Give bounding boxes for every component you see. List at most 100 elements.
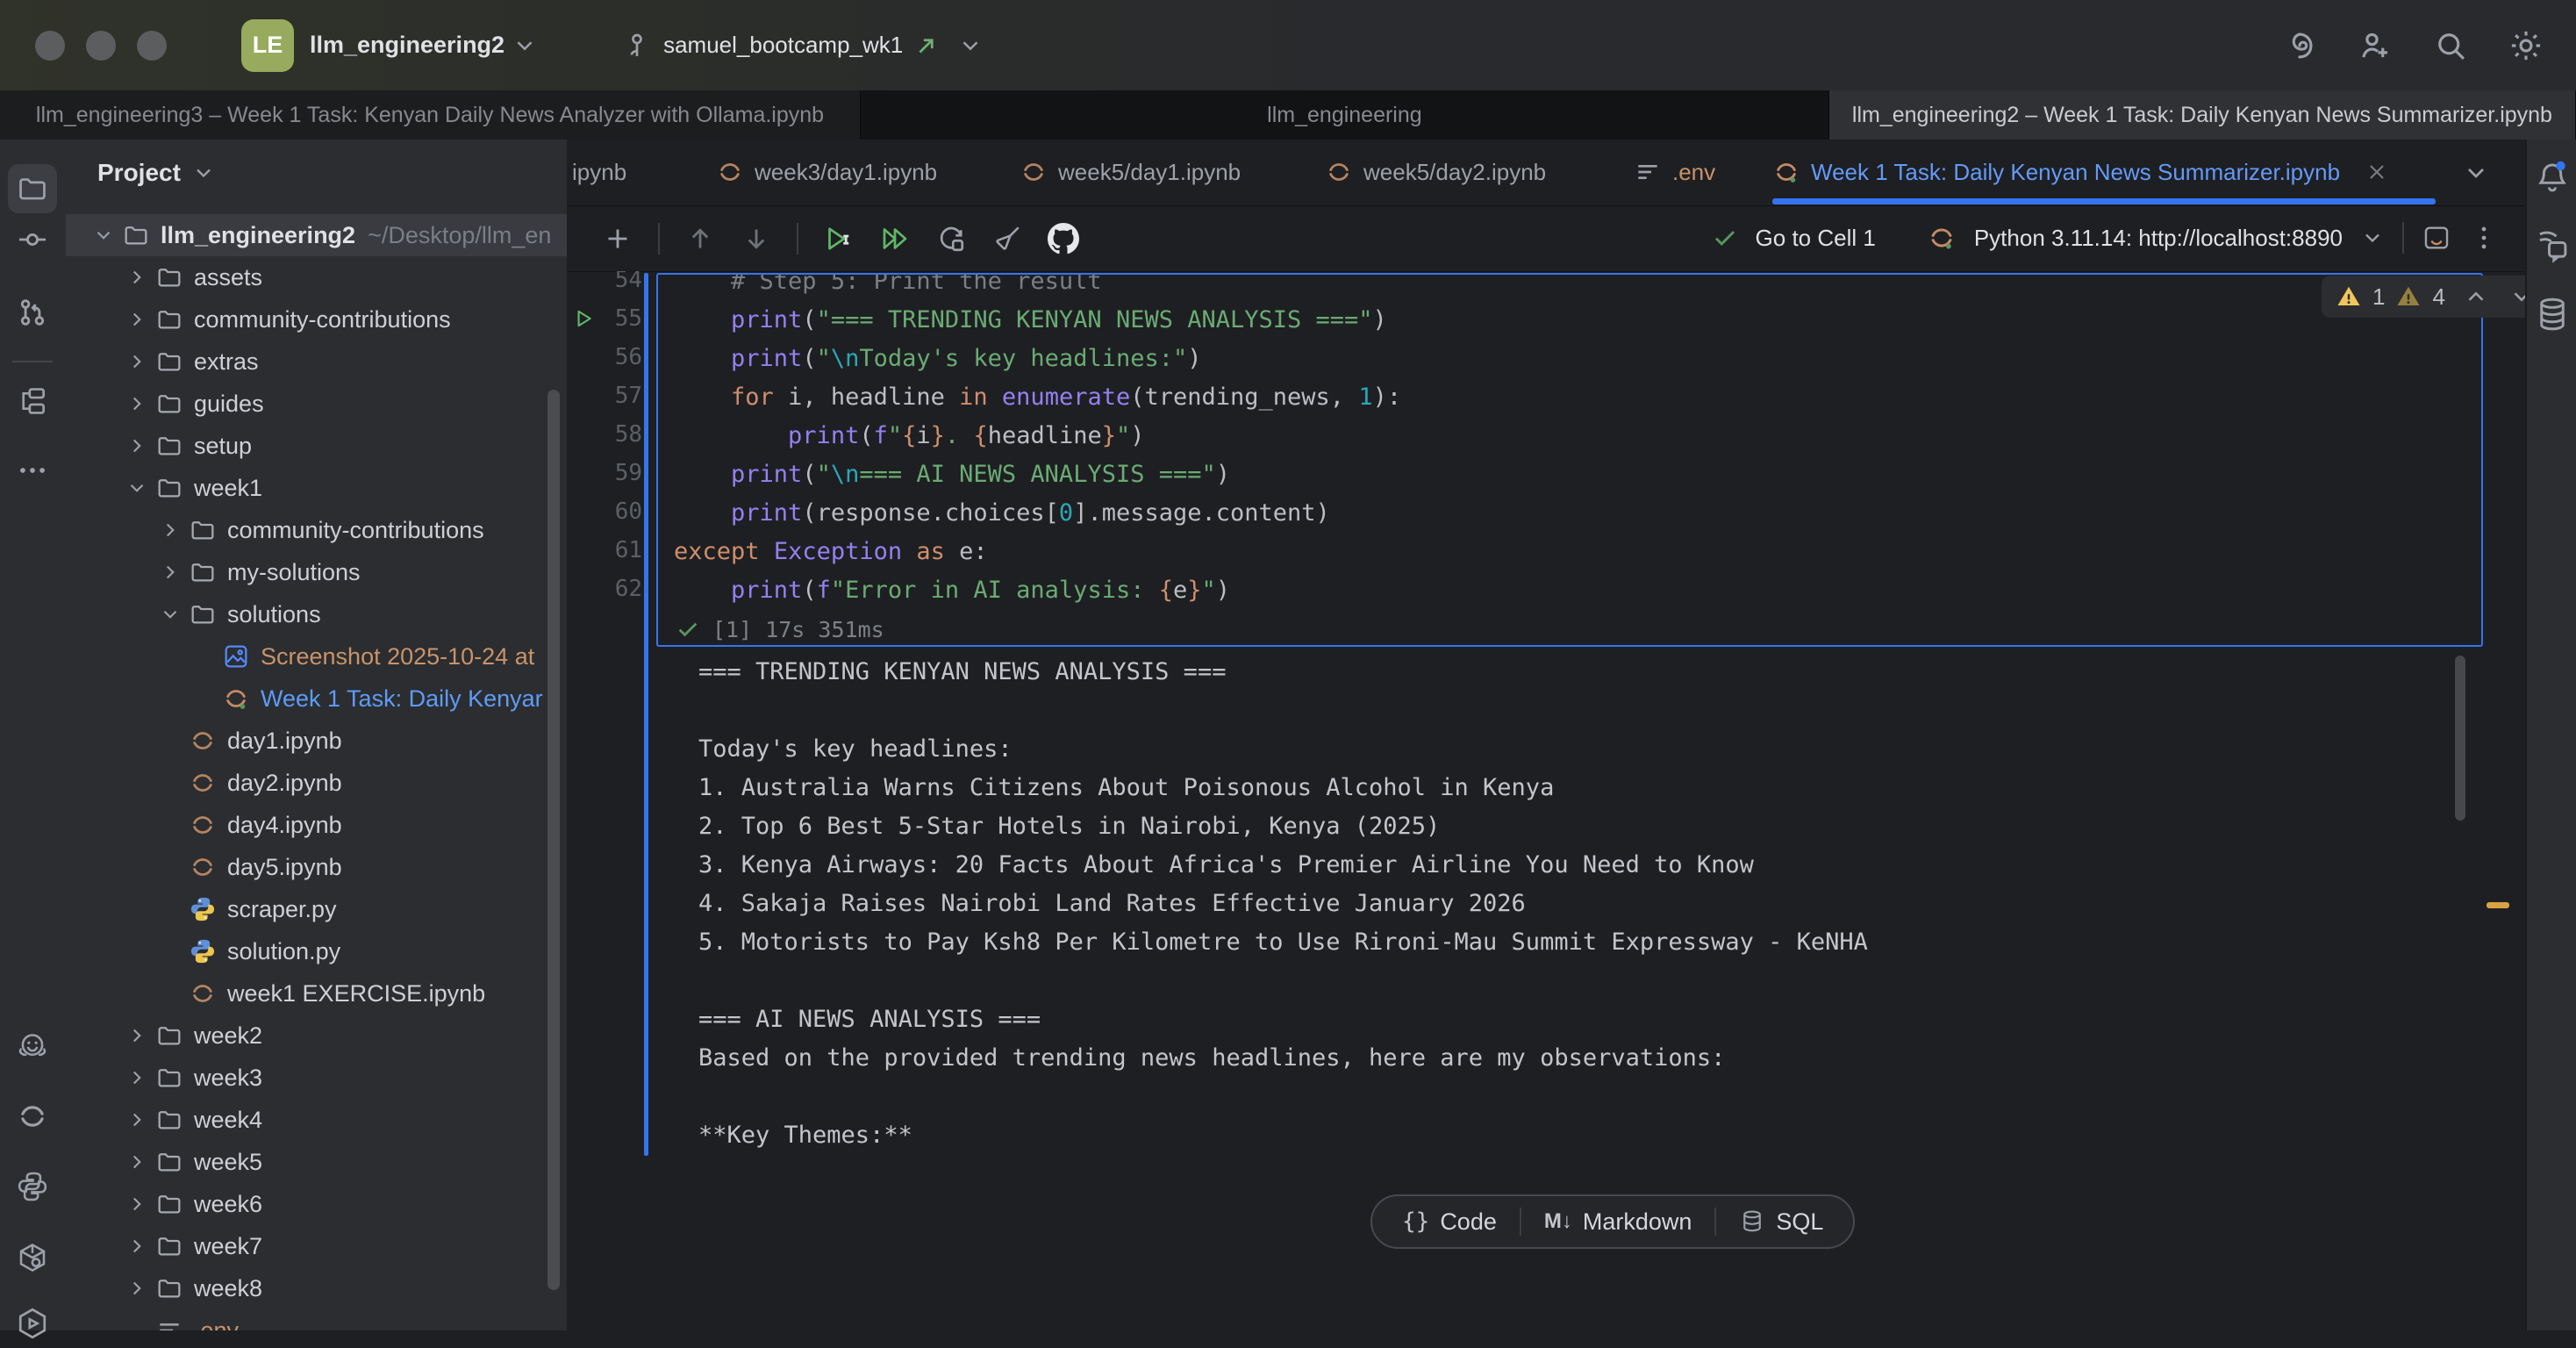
restart-kernel-icon[interactable] bbox=[935, 223, 967, 255]
tree-item[interactable]: Week 1 Task: Daily Kenyar bbox=[66, 678, 567, 720]
settings-gear-icon[interactable] bbox=[2508, 27, 2544, 64]
project-tool-button[interactable] bbox=[8, 164, 57, 213]
run-cell-icon[interactable] bbox=[823, 223, 855, 255]
tree-item[interactable]: community-contributions bbox=[66, 298, 567, 341]
code-line[interactable]: for i, headline in enumerate(trending_ne… bbox=[674, 378, 2481, 417]
chevron-down-icon[interactable] bbox=[120, 471, 154, 505]
tree-item[interactable]: setup bbox=[66, 425, 567, 467]
vcs-widget[interactable]: samuel_bootcamp_wk1 bbox=[621, 30, 984, 61]
chevron-right-icon[interactable] bbox=[120, 1019, 154, 1052]
code-editor[interactable]: # Step 5: Print the result print("=== TR… bbox=[658, 273, 2481, 610]
code-line[interactable]: except Exception as e: bbox=[674, 533, 2481, 571]
code-line[interactable]: print(response.choices[0].message.conten… bbox=[674, 494, 2481, 533]
chevron-right-icon[interactable] bbox=[120, 387, 154, 420]
tree-item[interactable]: week1 EXERCISE.ipynb bbox=[66, 972, 567, 1015]
tree-item[interactable]: week8 bbox=[66, 1267, 567, 1309]
jupyter-console-icon[interactable] bbox=[2422, 223, 2451, 253]
database-tool-icon[interactable] bbox=[2534, 296, 2571, 333]
gutter-line[interactable]: 60 bbox=[572, 492, 642, 531]
tree-item[interactable]: day4.ipynb bbox=[66, 804, 567, 846]
chevron-down-icon[interactable] bbox=[2360, 226, 2385, 250]
error-stripe-mark[interactable] bbox=[2487, 902, 2509, 908]
chevron-right-icon[interactable] bbox=[120, 1272, 154, 1305]
tree-item[interactable]: week2 bbox=[66, 1015, 567, 1057]
inspection-widget[interactable]: 1 4 bbox=[2322, 276, 2525, 318]
chevron-right-icon[interactable] bbox=[120, 303, 154, 336]
chevron-right-icon[interactable] bbox=[120, 345, 154, 378]
maximize-window-button[interactable] bbox=[137, 31, 167, 61]
ai-chat-icon[interactable] bbox=[2534, 227, 2571, 264]
gutter-line[interactable]: 55 bbox=[572, 299, 642, 338]
tree-item[interactable]: day5.ipynb bbox=[66, 846, 567, 888]
chevron-right-icon[interactable] bbox=[120, 1103, 154, 1136]
editor-tab[interactable]: week5/day2.ipynb bbox=[1325, 140, 1546, 204]
tree-item[interactable]: scraper.py bbox=[66, 888, 567, 930]
pull-requests-tool-button[interactable] bbox=[8, 288, 57, 337]
tree-item[interactable]: week7 bbox=[66, 1225, 567, 1267]
tree-item[interactable]: guides bbox=[66, 383, 567, 425]
tree-item[interactable]: week5 bbox=[66, 1141, 567, 1183]
chevron-down-icon[interactable] bbox=[512, 32, 538, 59]
window-tab[interactable]: llm_engineering3 – Week 1 Task: Kenyan D… bbox=[0, 90, 861, 140]
chevron-right-icon[interactable] bbox=[120, 1145, 154, 1179]
gutter-line[interactable]: 59 bbox=[572, 454, 642, 492]
editor-tab[interactable]: ipynb bbox=[572, 140, 626, 204]
project-panel-header[interactable]: Project bbox=[66, 140, 567, 187]
chevron-right-icon[interactable] bbox=[120, 1061, 154, 1094]
editor-tab[interactable]: .env bbox=[1634, 140, 1715, 204]
close-icon[interactable] bbox=[2365, 160, 2389, 184]
tree-item[interactable]: my-solutions bbox=[66, 551, 567, 593]
structure-tool-button[interactable] bbox=[8, 376, 57, 426]
github-icon[interactable] bbox=[1048, 223, 1079, 255]
move-cell-up-icon[interactable] bbox=[684, 223, 716, 255]
move-cell-down-icon[interactable] bbox=[741, 223, 772, 255]
chevron-right-icon[interactable] bbox=[154, 513, 187, 547]
chevron-down-icon[interactable] bbox=[87, 219, 120, 252]
tree-item[interactable]: week3 bbox=[66, 1057, 567, 1099]
add-sql-cell-button[interactable]: SQL bbox=[1716, 1196, 1846, 1247]
run-all-cells-icon[interactable] bbox=[879, 223, 911, 255]
add-markdown-cell-button[interactable]: M↓ Markdown bbox=[1521, 1196, 1715, 1247]
tree-item[interactable]: community-contributions bbox=[66, 509, 567, 551]
tree-item[interactable]: llm_engineering2~/Desktop/llm_en bbox=[66, 214, 567, 256]
tree-item[interactable]: day2.ipynb bbox=[66, 762, 567, 804]
tree-item[interactable]: week6 bbox=[66, 1183, 567, 1225]
code-line[interactable]: print(f"{i}. {headline}") bbox=[674, 417, 2481, 455]
chevron-right-icon[interactable] bbox=[120, 429, 154, 462]
tree-item[interactable]: day1.ipynb bbox=[66, 720, 567, 762]
window-tab[interactable]: llm_engineering2 – Week 1 Task: Daily Ke… bbox=[1829, 90, 2576, 140]
notifications-bell-icon[interactable] bbox=[2534, 159, 2571, 196]
add-code-cell-button[interactable]: {} Code bbox=[1379, 1196, 1520, 1247]
code-line[interactable]: print("\n=== AI NEWS ANALYSIS ===") bbox=[674, 455, 2481, 494]
gutter-line[interactable]: 62 bbox=[572, 570, 642, 608]
gutter-line[interactable]: 56 bbox=[572, 338, 642, 376]
minimize-window-button[interactable] bbox=[86, 31, 116, 61]
chevron-right-icon[interactable] bbox=[120, 1187, 154, 1221]
code-line[interactable]: print("=== TRENDING KENYAN NEWS ANALYSIS… bbox=[674, 301, 2481, 340]
python-packages-tool-button[interactable] bbox=[8, 1233, 57, 1282]
python-console-tool-button[interactable] bbox=[8, 1162, 57, 1211]
clear-outputs-icon[interactable] bbox=[991, 223, 1023, 255]
add-user-icon[interactable] bbox=[2357, 27, 2394, 64]
kebab-menu-icon[interactable] bbox=[2469, 223, 2499, 253]
tree-item[interactable]: solution.py bbox=[66, 930, 567, 972]
code-line[interactable]: print("\nToday's key headlines:") bbox=[674, 340, 2481, 378]
go-to-cell-button[interactable]: Go to Cell 1 bbox=[1756, 225, 1876, 252]
services-tool-button[interactable] bbox=[8, 1299, 57, 1348]
tree-item[interactable]: extras bbox=[66, 341, 567, 383]
tree-item[interactable]: .env bbox=[66, 1309, 567, 1330]
gutter-line[interactable]: 58 bbox=[572, 415, 642, 454]
tree-item[interactable]: assets bbox=[66, 256, 567, 298]
run-line-icon[interactable] bbox=[572, 299, 598, 338]
editor-tab[interactable]: Week 1 Task: Daily Kenyan News Summarize… bbox=[1772, 140, 2436, 204]
code-line[interactable]: # Step 5: Print the result bbox=[674, 273, 2481, 301]
output-scrollbar[interactable] bbox=[2455, 656, 2465, 821]
code-line[interactable]: print(f"Error in AI analysis: {e}") bbox=[674, 571, 2481, 610]
huggingface-tool-button[interactable] bbox=[8, 1022, 57, 1072]
tree-item[interactable]: Screenshot 2025-10-24 at bbox=[66, 635, 567, 678]
chevron-right-icon[interactable] bbox=[120, 1230, 154, 1263]
gutter-line[interactable]: 54 bbox=[572, 271, 642, 299]
add-cell-icon[interactable] bbox=[602, 223, 633, 255]
project-name[interactable]: llm_engineering2 bbox=[310, 32, 504, 59]
editor-tab[interactable]: week3/day1.ipynb bbox=[716, 140, 937, 204]
